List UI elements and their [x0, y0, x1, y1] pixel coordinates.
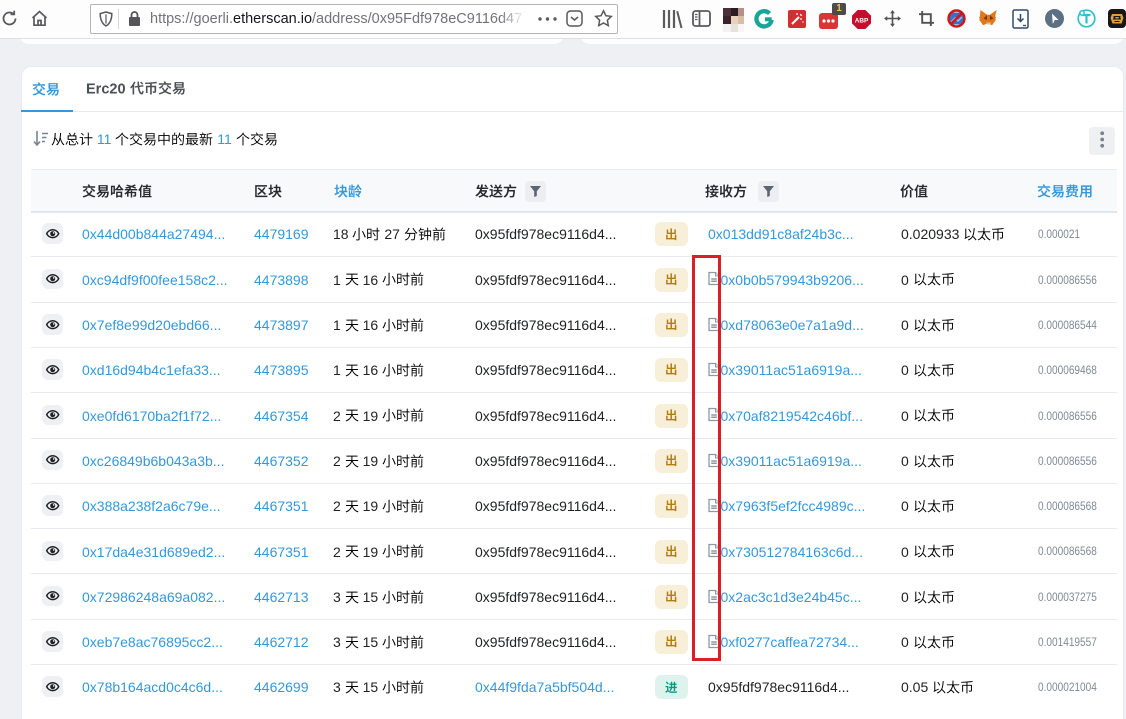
svg-text:ABP: ABP: [855, 18, 869, 25]
